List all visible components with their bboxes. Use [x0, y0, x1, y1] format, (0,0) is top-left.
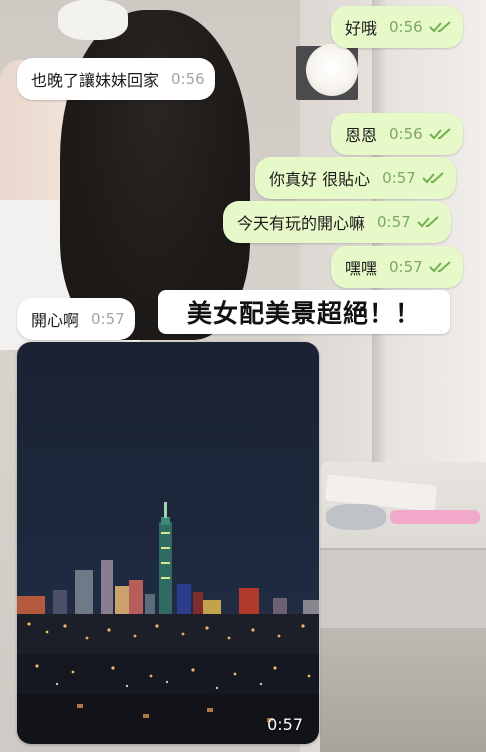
message-bubble-outgoing[interactable]: 你真好 很貼心 0:57: [255, 157, 456, 199]
message-time: 0:57: [382, 169, 416, 187]
scrunchie: [58, 0, 128, 40]
message-text: 今天有玩的開心嘛: [237, 214, 366, 233]
message-text: 好哦: [345, 19, 378, 38]
double-check-icon: [416, 216, 439, 228]
video-message[interactable]: 0:57: [17, 342, 319, 744]
video-duration: 0:57: [267, 715, 303, 734]
double-check-icon: [428, 128, 451, 140]
caption-text: 美女配美景超絕！！: [186, 299, 421, 328]
message-time: 0:57: [377, 213, 411, 231]
video-thumbnail: [17, 342, 319, 744]
message-bubble-outgoing[interactable]: 嘿嘿 0:57: [331, 246, 463, 288]
hair-brush: [326, 504, 386, 530]
message-bubble-incoming[interactable]: 也晚了讓妹妹回家 0:56: [17, 58, 215, 100]
message-time: 0:56: [389, 18, 423, 36]
message-time: 0:56: [389, 125, 423, 143]
message-text: 你真好 很貼心: [269, 170, 371, 189]
hair-straightener: [390, 510, 480, 524]
message-time: 0:57: [91, 310, 125, 328]
message-text: 恩恩: [345, 126, 378, 145]
double-check-icon: [422, 172, 444, 184]
message-time: 0:57: [389, 258, 423, 276]
vanity-drawer: [320, 548, 486, 630]
message-bubble-outgoing[interactable]: 好哦 0:56: [331, 6, 463, 48]
message-bubble-outgoing[interactable]: 今天有玩的開心嘛 0:57: [223, 201, 451, 243]
caption-label: 美女配美景超絕！！: [158, 290, 450, 334]
message-text: 嘿嘿: [345, 259, 378, 278]
message-time: 0:56: [171, 70, 205, 88]
message-bubble-incoming[interactable]: 開心啊 0:57: [17, 298, 135, 340]
double-check-icon: [428, 261, 451, 273]
double-check-icon: [428, 21, 451, 33]
message-text: 開心啊: [31, 311, 80, 330]
floor: [320, 628, 486, 752]
wall-lamp: [306, 44, 358, 96]
message-bubble-outgoing[interactable]: 恩恩 0:56: [331, 113, 463, 155]
message-text: 也晚了讓妹妹回家: [31, 71, 160, 90]
